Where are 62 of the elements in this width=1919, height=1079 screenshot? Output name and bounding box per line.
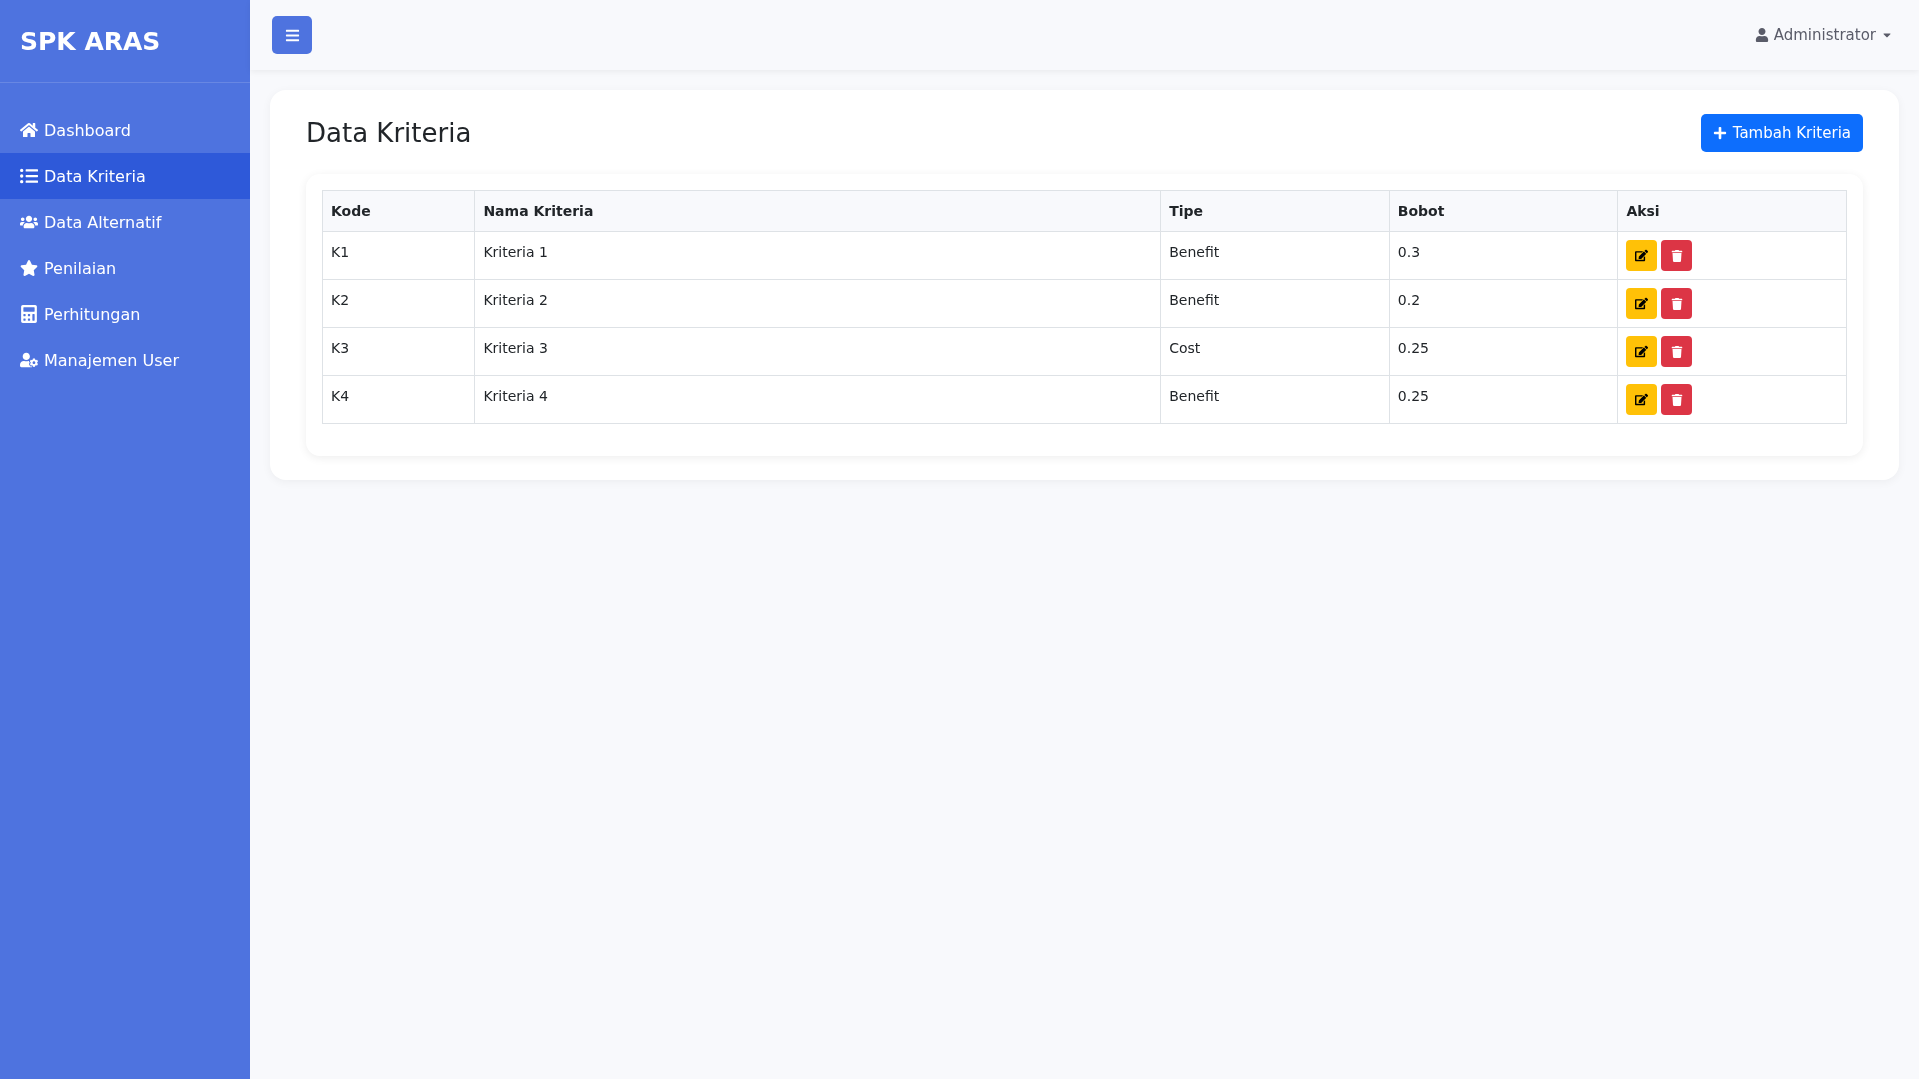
- list-icon: [20, 167, 38, 185]
- column-header: Nama Kriteria: [474, 190, 1161, 232]
- plus-icon: [1712, 126, 1727, 140]
- table-cell: Kriteria 1: [474, 231, 1161, 280]
- menu-button[interactable]: [272, 16, 312, 54]
- delete-button[interactable]: [1661, 336, 1693, 367]
- edit-icon: [1635, 345, 1649, 358]
- table-cell: 0.2: [1389, 279, 1618, 328]
- table-cell: K2: [322, 279, 475, 328]
- table-cell: 0.25: [1389, 375, 1618, 424]
- table-cell: 0.25: [1389, 327, 1618, 376]
- delete-button[interactable]: [1661, 240, 1693, 271]
- user-icon: [1754, 28, 1769, 42]
- column-header: Tipe: [1160, 190, 1390, 232]
- menu-icon: [284, 27, 300, 43]
- column-header: Bobot: [1389, 190, 1618, 232]
- table-cell: K1: [322, 231, 475, 280]
- table-cell: 0.3: [1389, 231, 1618, 280]
- table-cell: Kriteria 2: [474, 279, 1161, 328]
- calculator-icon: [20, 305, 38, 323]
- sidebar-item-label: Manajemen User: [44, 350, 179, 370]
- users-icon: [20, 213, 38, 231]
- edit-button[interactable]: [1626, 384, 1658, 415]
- sidebar-item-label: Perhitungan: [44, 304, 141, 324]
- trash-icon: [1670, 249, 1683, 262]
- column-header: Aksi: [1617, 190, 1847, 232]
- sidebar-item-label: Dashboard: [44, 120, 131, 140]
- sidebar-item[interactable]: Manajemen User: [0, 337, 250, 383]
- edit-icon: [1635, 297, 1649, 310]
- table-cell: Benefit: [1160, 279, 1390, 328]
- table-cell: Kriteria 4: [474, 375, 1161, 424]
- page-title: Data Kriteria: [306, 118, 472, 148]
- trash-icon: [1670, 345, 1683, 358]
- star-icon: [20, 259, 38, 277]
- sidebar-item[interactable]: Perhitungan: [0, 291, 250, 337]
- user-menu[interactable]: Administrator: [1748, 25, 1899, 45]
- table-cell: Cost: [1160, 327, 1390, 376]
- sidebar-item[interactable]: Penilaian: [0, 245, 250, 291]
- sidebar-item[interactable]: Data Kriteria: [0, 153, 250, 199]
- column-header: Kode: [322, 190, 475, 232]
- edit-icon: [1635, 249, 1649, 262]
- delete-button[interactable]: [1661, 384, 1693, 415]
- table-cell: K4: [322, 375, 475, 424]
- home-icon: [20, 121, 38, 139]
- trash-icon: [1670, 393, 1683, 406]
- table-cell: K3: [322, 327, 475, 376]
- table-cell: Kriteria 3: [474, 327, 1161, 376]
- sidebar-item-label: Data Alternatif: [44, 212, 162, 232]
- sidebar-item[interactable]: Data Alternatif: [0, 199, 250, 245]
- sidebar-item-label: Data Kriteria: [44, 166, 146, 186]
- edit-button[interactable]: [1626, 288, 1658, 319]
- delete-button[interactable]: [1661, 288, 1693, 319]
- table-cell: Benefit: [1160, 375, 1390, 424]
- add-button[interactable]: Tambah Kriteria: [1700, 114, 1863, 152]
- sidebar-item-label: Penilaian: [44, 258, 117, 278]
- edit-button[interactable]: [1626, 240, 1658, 271]
- trash-icon: [1670, 297, 1683, 310]
- sidebar-item[interactable]: Dashboard: [0, 107, 250, 153]
- table-cell: Benefit: [1160, 231, 1390, 280]
- user-gear-icon: [20, 351, 38, 369]
- edit-icon: [1635, 393, 1649, 406]
- edit-button[interactable]: [1626, 336, 1658, 367]
